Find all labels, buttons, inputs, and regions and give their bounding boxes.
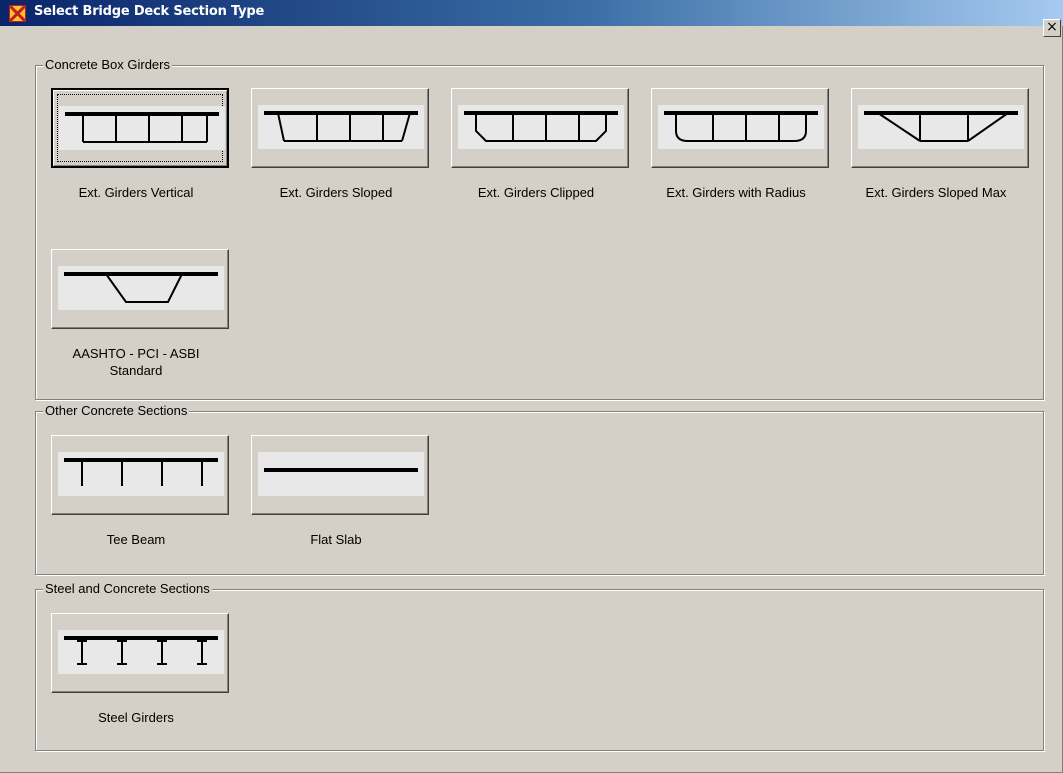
- title-bar[interactable]: Select Bridge Deck Section Type: [0, 0, 1063, 26]
- aashto-pci-asbi-icon: [64, 272, 218, 303]
- app-icon: [9, 5, 26, 22]
- ext-girders-vertical-button[interactable]: [51, 88, 229, 168]
- ext-girders-clipped-button[interactable]: [451, 88, 629, 168]
- box-girder-sloped-max-icon: [864, 111, 1018, 142]
- option-label: Steel Girders: [98, 710, 174, 725]
- group-legend: Other Concrete Sections: [43, 403, 190, 419]
- flat-slab-button[interactable]: [251, 435, 429, 515]
- box-girder-sloped-icon: [264, 111, 418, 142]
- option-label: Flat Slab: [310, 532, 362, 547]
- close-button[interactable]: ×: [1043, 19, 1061, 37]
- ext-girders-sloped-max-button[interactable]: [851, 88, 1029, 168]
- ext-girders-with-radius-button[interactable]: [651, 88, 829, 168]
- group-other-concrete-sections: Other Concrete Sections Tee Beam Flat Sl…: [35, 403, 1044, 575]
- steel-girders-button[interactable]: [51, 613, 229, 693]
- group-legend: Steel and Concrete Sections: [43, 581, 212, 597]
- option-label: Ext. Girders Vertical: [78, 185, 194, 200]
- ext-girders-sloped-button[interactable]: [251, 88, 429, 168]
- tee-beam-button[interactable]: [51, 435, 229, 515]
- box-girder-vertical-icon: [65, 112, 219, 143]
- option-label: Ext. Girders Clipped: [477, 185, 595, 200]
- option-label: Tee Beam: [106, 532, 166, 547]
- box-girder-radius-icon: [664, 111, 818, 142]
- select-bridge-deck-dialog: Select Bridge Deck Section Type × Concre…: [0, 0, 1063, 773]
- group-steel-concrete-sections: Steel and Concrete Sections Steel Girder…: [35, 581, 1044, 751]
- option-label: AASHTO - PCI - ASBI Standard: [72, 346, 200, 378]
- group-legend: Concrete Box Girders: [43, 57, 172, 73]
- tee-beam-icon: [64, 458, 218, 486]
- option-label: Ext. Girders Sloped Max: [865, 185, 1007, 200]
- flat-slab-icon: [264, 468, 418, 472]
- window-title: Select Bridge Deck Section Type: [34, 4, 265, 19]
- group-concrete-box-girders: Concrete Box Girders Ext. Girders Vertic…: [35, 57, 1044, 400]
- option-label: Ext. Girders with Radius: [666, 185, 806, 200]
- box-girder-clipped-icon: [464, 111, 618, 142]
- steel-girders-icon: [64, 636, 218, 665]
- aashto-pci-asbi-button[interactable]: [51, 249, 229, 329]
- option-label: Ext. Girders Sloped: [279, 185, 393, 200]
